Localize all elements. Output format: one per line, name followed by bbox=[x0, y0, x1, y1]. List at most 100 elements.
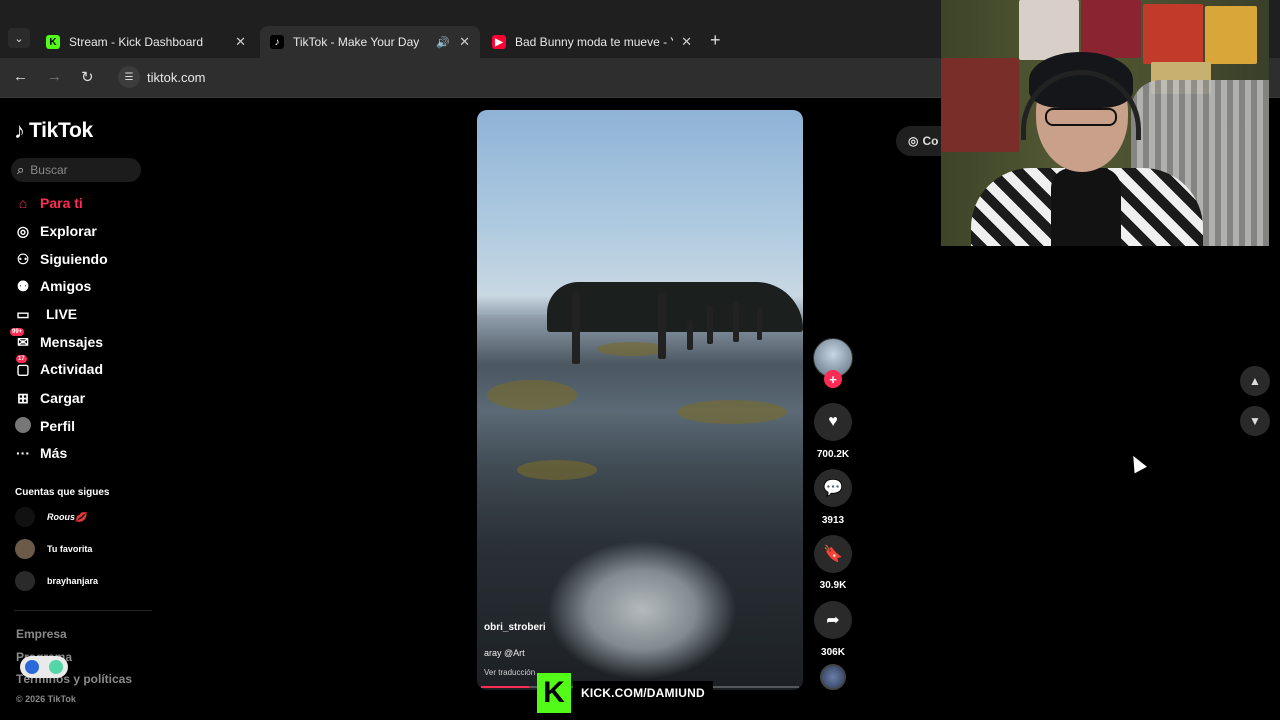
video-caption: aray @Art bbox=[484, 648, 525, 658]
nav-live[interactable]: ▭ LIVE bbox=[14, 303, 77, 325]
nav-label: Más bbox=[40, 445, 68, 461]
following-item[interactable]: Roous💋 bbox=[15, 507, 86, 527]
forward-arrow-icon[interactable]: → bbox=[47, 68, 62, 85]
poster bbox=[1205, 6, 1257, 64]
following-item[interactable]: brayhanjara bbox=[15, 571, 98, 591]
previous-video-button[interactable]: ▲ bbox=[1240, 366, 1270, 396]
person-silhouette bbox=[658, 293, 666, 359]
widget-icon bbox=[25, 660, 39, 674]
nav-siguiendo[interactable]: ⚇ Siguiendo bbox=[14, 248, 108, 270]
seaweed bbox=[487, 380, 577, 410]
activity-badge: 17 bbox=[16, 354, 27, 363]
glasses bbox=[1045, 108, 1117, 126]
obs-widget[interactable] bbox=[20, 656, 68, 678]
follow-plus-button[interactable]: + bbox=[824, 370, 842, 388]
chevron-down-icon: ⌄ bbox=[14, 32, 24, 45]
reload-icon[interactable]: ↻ bbox=[81, 68, 94, 86]
widget-icon bbox=[49, 660, 63, 674]
nav-perfil[interactable]: Perfil bbox=[14, 415, 75, 437]
tab-tiktok[interactable]: ♪ TikTok - Make Your Day 🔊 ✕ bbox=[260, 26, 480, 58]
footer-company-link[interactable]: Empresa bbox=[16, 627, 67, 641]
person-silhouette bbox=[687, 320, 693, 350]
nav-explorar[interactable]: ◎ Explorar bbox=[14, 220, 97, 242]
following-item[interactable]: Tu favorita bbox=[15, 539, 92, 559]
seaweed bbox=[517, 460, 597, 480]
youtube-icon: ▶ bbox=[492, 35, 506, 49]
video-author[interactable]: obri_stroberi bbox=[484, 622, 546, 633]
poster bbox=[1019, 0, 1079, 60]
webcam-overlay bbox=[941, 0, 1269, 246]
nav-actividad[interactable]: ▢ 17 Actividad bbox=[14, 354, 104, 380]
coins-label: Co bbox=[922, 134, 939, 148]
live-tv-icon: ▭ bbox=[16, 305, 30, 322]
nav-mensajes[interactable]: ✉ 99+ Mensajes bbox=[10, 327, 103, 353]
black-tshirt bbox=[1051, 168, 1121, 246]
share-button[interactable]: ➦ bbox=[814, 601, 852, 639]
logo-text: TikTok bbox=[29, 119, 93, 142]
tab-kick-dashboard[interactable]: K Stream - Kick Dashboard ✕ bbox=[36, 26, 256, 58]
upload-icon: ⊞ bbox=[17, 389, 29, 406]
tab-youtube[interactable]: ▶ Bad Bunny moda te mueve - Yo ✕ bbox=[482, 26, 702, 58]
plus-icon: + bbox=[710, 30, 721, 50]
chevron-down-icon: ▼ bbox=[1249, 414, 1261, 428]
site-info-icon[interactable]: ☰ bbox=[118, 66, 140, 88]
nav-para-ti[interactable]: ⌂ Para ti bbox=[14, 192, 83, 214]
person-silhouette bbox=[757, 308, 762, 340]
url-field[interactable]: tiktok.com bbox=[147, 70, 206, 85]
bookmark-icon: 🔖 bbox=[823, 546, 843, 563]
chevron-up-icon: ▲ bbox=[1249, 374, 1261, 388]
nav-label: Actividad bbox=[40, 361, 104, 377]
tab-title: Stream - Kick Dashboard bbox=[69, 35, 204, 49]
close-icon[interactable]: ✕ bbox=[235, 34, 246, 50]
save-count: 30.9K bbox=[819, 580, 847, 591]
video-player[interactable]: obri_stroberi aray @Art Ver traducción bbox=[477, 110, 803, 690]
kick-channel-url: KICK.COM/DAMIUND bbox=[573, 681, 713, 705]
like-button[interactable]: ♥ bbox=[814, 403, 852, 441]
nav-mas[interactable]: ··· Más bbox=[14, 442, 67, 464]
speaker-icon[interactable]: 🔊 bbox=[436, 36, 450, 49]
search-input[interactable] bbox=[30, 163, 126, 177]
avatar bbox=[15, 539, 35, 559]
search-box[interactable]: ⌕ bbox=[11, 158, 141, 182]
close-icon[interactable]: ✕ bbox=[681, 34, 692, 50]
tab-title: TikTok - Make Your Day bbox=[293, 35, 420, 49]
footer-copyright: © 2026 TikTok bbox=[16, 694, 76, 702]
person-silhouette bbox=[707, 306, 713, 344]
seaweed bbox=[677, 400, 787, 424]
new-tab-button[interactable]: + bbox=[710, 30, 721, 51]
kick-banner: K KICK.COM/DAMIUND bbox=[537, 673, 713, 713]
avatar bbox=[15, 507, 35, 527]
tiktok-logo[interactable]: ♪ TikTok bbox=[14, 118, 93, 144]
tiktok-icon: ♪ bbox=[270, 35, 284, 49]
plus-icon: + bbox=[829, 371, 837, 387]
nav-label: Explorar bbox=[40, 223, 97, 239]
following-name: Tu favorita bbox=[47, 544, 93, 554]
next-video-button[interactable]: ▼ bbox=[1240, 406, 1270, 436]
seaweed bbox=[597, 342, 667, 356]
nav-cargar[interactable]: ⊞ Cargar bbox=[14, 387, 85, 409]
see-translation-link[interactable]: Ver traducción bbox=[484, 668, 535, 677]
following-name: brayhanjara bbox=[47, 576, 99, 586]
comment-button[interactable]: 💬 bbox=[814, 469, 852, 507]
message-icon: ✉ 99+ bbox=[10, 327, 29, 350]
save-button[interactable]: 🔖 bbox=[814, 535, 852, 573]
tab-search-button[interactable]: ⌄ bbox=[8, 28, 30, 48]
following-name: Roous💋 bbox=[47, 511, 87, 522]
tab-title: Bad Bunny moda te mueve - Yo bbox=[515, 35, 673, 49]
nav-label: LIVE bbox=[46, 306, 78, 322]
user-follow-icon: ⚇ bbox=[16, 250, 30, 267]
avatar bbox=[15, 571, 35, 591]
mouse-cursor bbox=[1127, 452, 1147, 474]
progress-fill bbox=[481, 686, 529, 688]
following-header: Cuentas que sigues bbox=[15, 487, 110, 498]
close-icon[interactable]: ✕ bbox=[459, 34, 470, 50]
nav-amigos[interactable]: ⚉ Amigos bbox=[14, 275, 92, 297]
home-icon: ⌂ bbox=[18, 195, 28, 211]
poster bbox=[1143, 4, 1203, 64]
poster bbox=[1081, 0, 1141, 58]
share-icon: ➦ bbox=[826, 612, 840, 629]
back-arrow-icon[interactable]: ← bbox=[13, 68, 28, 85]
coin-icon: ◎ bbox=[908, 134, 919, 148]
sound-disc[interactable] bbox=[820, 664, 846, 690]
compass-icon: ◎ bbox=[16, 222, 30, 239]
